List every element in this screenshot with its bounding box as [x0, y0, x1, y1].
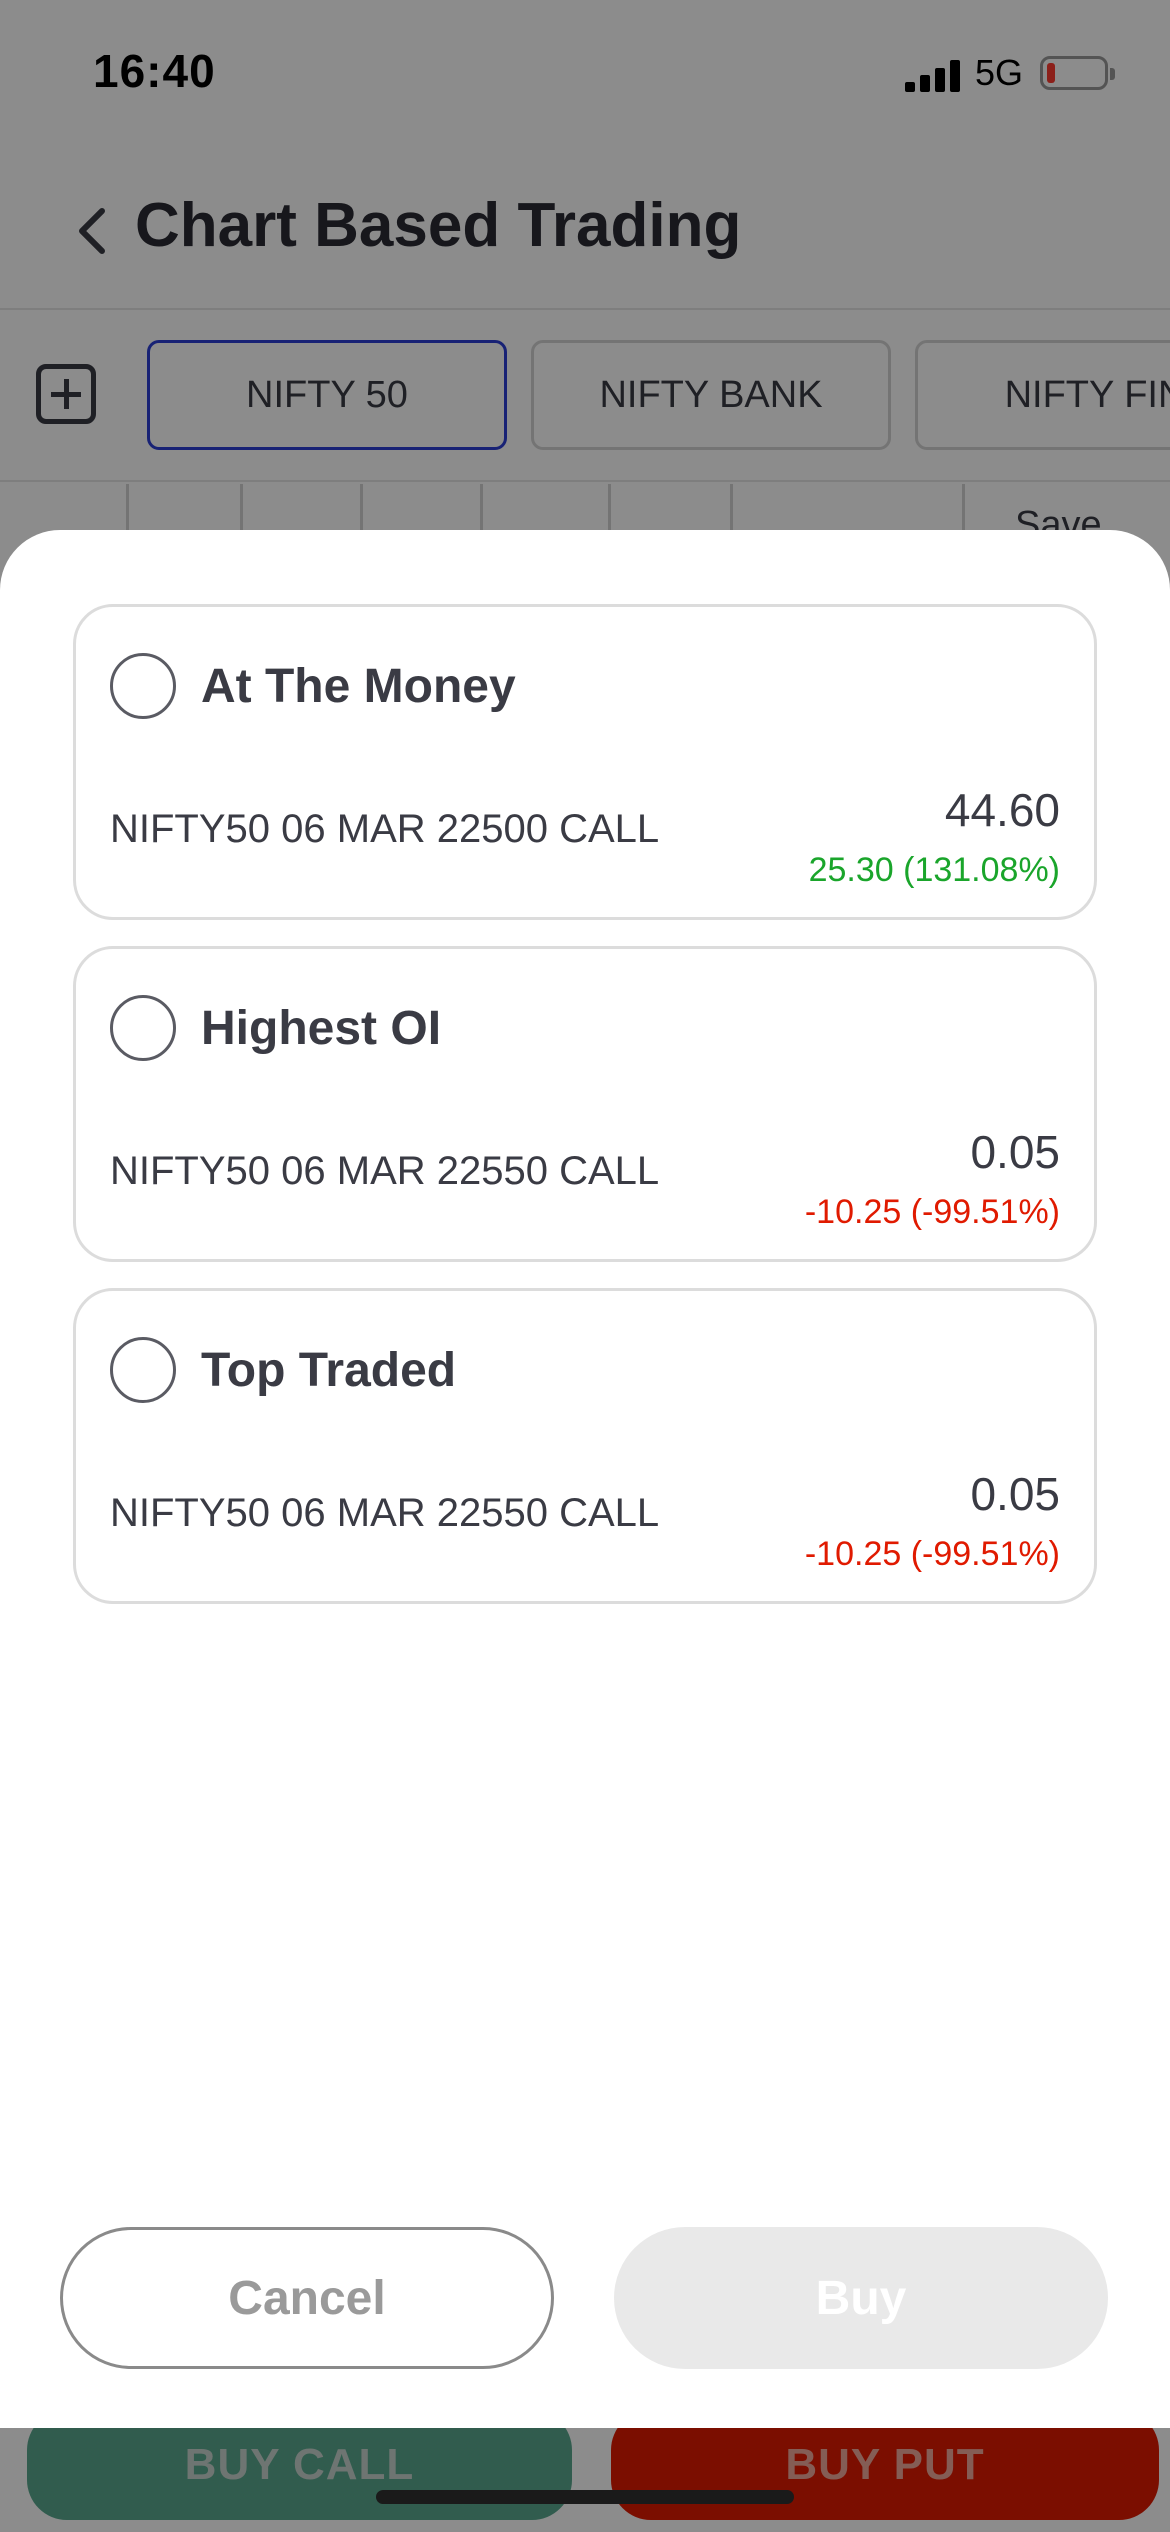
contract-name: NIFTY50 06 MAR 22550 CALL: [110, 1149, 660, 1193]
option-title: Top Traded: [201, 1344, 457, 1397]
option-card-highest-oi[interactable]: Highest OI NIFTY50 06 MAR 22550 CALL 0.0…: [73, 946, 1097, 1262]
price-change: 25.30 (131.08%): [808, 851, 1060, 889]
option-card-top-traded[interactable]: Top Traded NIFTY50 06 MAR 22550 CALL 0.0…: [73, 1288, 1097, 1604]
cancel-button[interactable]: Cancel: [60, 2227, 554, 2369]
home-indicator: [376, 2490, 794, 2504]
option-select-sheet: At The Money NIFTY50 06 MAR 22500 CALL 4…: [0, 530, 1170, 2428]
price-change: -10.25 (-99.51%): [804, 1535, 1060, 1573]
contract-name: NIFTY50 06 MAR 22550 CALL: [110, 1491, 660, 1535]
price-change: -10.25 (-99.51%): [804, 1193, 1060, 1231]
radio-button[interactable]: [110, 653, 176, 719]
option-price: 44.60: [944, 784, 1060, 836]
buy-button[interactable]: Buy: [614, 2227, 1108, 2369]
option-title: Highest OI: [201, 1002, 442, 1055]
option-price: 0.05: [970, 1126, 1060, 1178]
radio-button[interactable]: [110, 995, 176, 1061]
option-price: 0.05: [970, 1468, 1060, 1520]
contract-name: NIFTY50 06 MAR 22500 CALL: [110, 807, 660, 851]
option-title: At The Money: [201, 660, 516, 713]
radio-button[interactable]: [110, 1337, 176, 1403]
option-card-at-the-money[interactable]: At The Money NIFTY50 06 MAR 22500 CALL 4…: [73, 604, 1097, 920]
